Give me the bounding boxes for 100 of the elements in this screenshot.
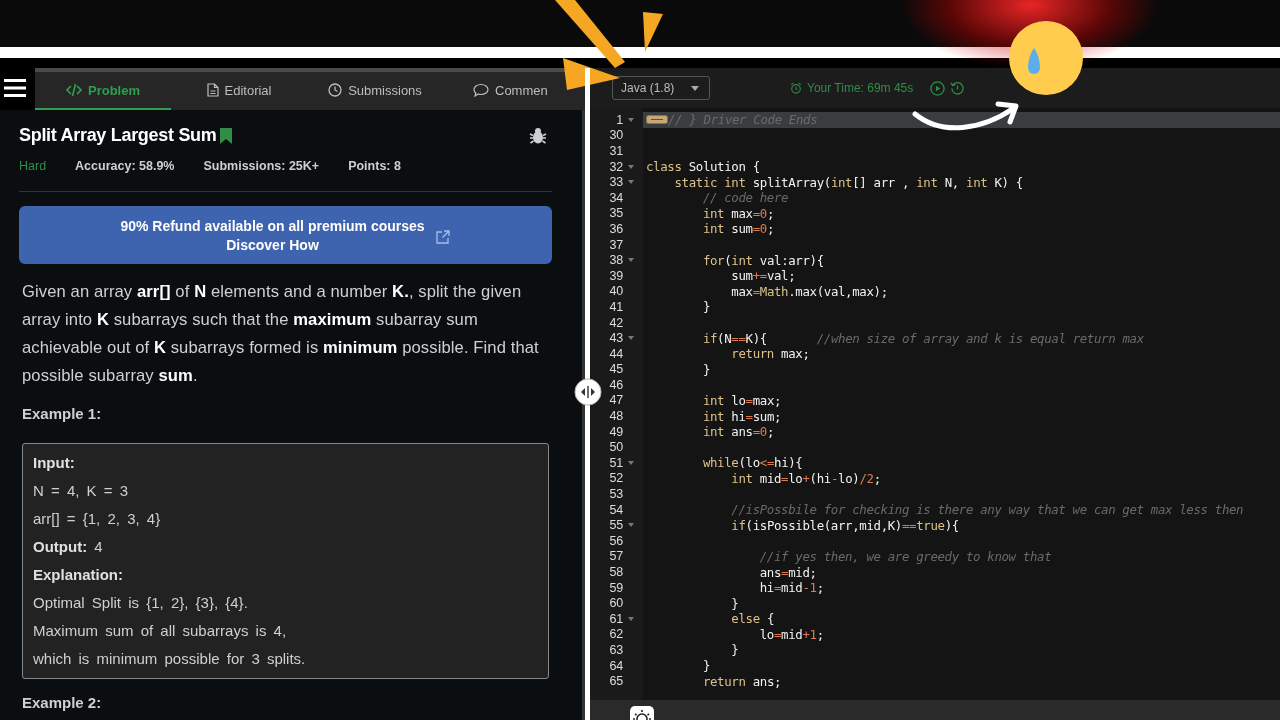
line-number: 65 — [608, 674, 624, 689]
code-line: hi=mid-1; — [758, 580, 824, 596]
line-number: 53 — [608, 487, 624, 502]
line-number: 59 — [608, 580, 624, 595]
code-line: return ans; — [701, 673, 782, 689]
code-line: if(N==K){ //when size of array and k is equal return max — [701, 330, 1144, 346]
problem-stat: Accuracy: 58.9% — [75, 159, 175, 173]
tab[interactable]: Commen — [443, 72, 548, 110]
fold-icon[interactable] — [628, 460, 635, 465]
code-icon — [66, 83, 82, 97]
folded-code-icon[interactable] — [646, 115, 668, 125]
example-heading: Example 1: — [22, 405, 103, 422]
code-line: if(isPossible(arr,mid,K)==true){ — [730, 517, 959, 533]
line-number: 35 — [608, 206, 624, 221]
problem-title: Split Array Largest Sum — [19, 125, 217, 146]
code-line: max=Math.max(val,max); — [730, 283, 888, 299]
line-number: 1 — [615, 112, 624, 127]
line-number: 37 — [608, 237, 624, 252]
line-number: 49 — [608, 424, 624, 439]
emoji-icon — [1006, 18, 1086, 98]
example-text: arr[] = {1, 2, 3, 4} — [33, 509, 161, 527]
fold-icon[interactable] — [628, 616, 635, 621]
fold-icon[interactable] — [628, 180, 635, 185]
line-number: 64 — [608, 658, 624, 673]
fold-icon[interactable] — [628, 523, 635, 528]
code-line: } — [701, 299, 710, 315]
fold-icon[interactable] — [628, 336, 635, 341]
reset-icon[interactable] — [950, 80, 966, 96]
caret-icon — [691, 85, 699, 91]
code-line: int hi=sum; — [701, 408, 782, 424]
line-number: 63 — [608, 643, 624, 657]
code-line: static int splitArray(int[] arr , int N, int K) { — [673, 174, 1023, 190]
code-line: int lo=max; — [701, 393, 782, 408]
tab[interactable]: Submissions — [307, 72, 443, 110]
fold-icon[interactable] — [628, 117, 635, 122]
line-number: 62 — [608, 627, 624, 642]
refund-banner[interactable]: 90% Refund available on all premium courses Discover How — [19, 206, 552, 264]
code-line: } — [730, 595, 739, 611]
example-text: Maximum sum of all subarrays is 4, — [33, 621, 287, 639]
clock-icon — [328, 83, 343, 97]
example-text: N = 4, K = 3 — [33, 481, 129, 499]
code-line: ans=mid; — [758, 564, 817, 580]
difficulty-label: Hard — [19, 159, 47, 173]
code-line: class Solution { — [646, 159, 760, 175]
code-line: int sum=0; — [701, 221, 775, 237]
code-line: // code here — [701, 190, 789, 206]
bug-icon[interactable] — [529, 126, 547, 145]
line-number: 51 — [608, 455, 624, 470]
line-number: 44 — [608, 346, 624, 361]
line-number: 31 — [608, 144, 624, 158]
code-line: //isPossbile for checking is there any way that we can get max less then — [730, 502, 1244, 518]
line-number: 43 — [608, 331, 624, 346]
example-label: Input: — [33, 453, 75, 471]
bookmark-icon[interactable] — [219, 127, 232, 144]
code-line: } — [730, 642, 739, 658]
problem-stat: Points: 8 — [348, 159, 401, 173]
resize-handle[interactable] — [573, 68, 602, 720]
problem-description: Given an array arr[] of N elements and a number K., split the given array into K subarrays such that the maximum subarray sum achievable out of K subarrays formed is minimum possible. Find that possible subarray sum. — [22, 281, 540, 387]
line-number: 52 — [608, 471, 624, 486]
code-line: } — [701, 361, 710, 377]
line-number: 60 — [608, 596, 624, 611]
code-line: lo=mid+1; — [758, 626, 824, 642]
example-text: Optimal Split is {1, 2}, {3}, {4}. — [33, 593, 248, 611]
line-number: 61 — [608, 611, 624, 626]
line-number: 41 — [608, 299, 624, 314]
fold-icon[interactable] — [628, 258, 635, 263]
code-line: } — [701, 658, 710, 674]
document-icon — [206, 83, 219, 97]
line-number: 34 — [608, 190, 624, 205]
menu-icon[interactable] — [4, 79, 26, 97]
line-number: 42 — [608, 315, 624, 330]
fold-icon[interactable] — [628, 164, 635, 169]
code-line: int mid=lo+(hi-lo)/2; — [730, 470, 881, 486]
line-number: 32 — [608, 159, 624, 174]
line-number: 30 — [608, 128, 624, 143]
timer-text: Your Time: 69m 45s — [807, 81, 914, 95]
line-number: 39 — [608, 268, 624, 283]
line-number: 56 — [608, 533, 624, 548]
code-line: //if yes then, we are greedy to know that — [758, 548, 1052, 564]
line-number: 47 — [608, 393, 624, 408]
line-number: 48 — [608, 409, 624, 424]
code-line: sum+=val; — [730, 268, 796, 284]
line-number: 38 — [608, 253, 624, 268]
example-output: Output: 4 — [33, 537, 103, 555]
tab[interactable]: Editorial — [171, 72, 307, 110]
line-number: 33 — [608, 175, 624, 190]
example-label: Explanation: — [33, 565, 123, 583]
code-editor[interactable] — [590, 108, 1280, 700]
line-number: 54 — [608, 502, 624, 517]
line-number: 57 — [608, 549, 624, 564]
code-line: int ans=0; — [701, 424, 775, 440]
line-number: 58 — [608, 565, 624, 579]
line-number: 40 — [608, 284, 624, 299]
line-number: 45 — [608, 362, 624, 377]
line-number: 46 — [608, 377, 624, 392]
example-text: which is minimum possible for 3 splits. — [33, 649, 306, 667]
language-select[interactable]: Java (1.8) — [612, 76, 710, 100]
problem-stat: Submissions: 25K+ — [203, 159, 320, 173]
line-number: 36 — [608, 221, 624, 236]
play-icon[interactable] — [930, 80, 946, 96]
